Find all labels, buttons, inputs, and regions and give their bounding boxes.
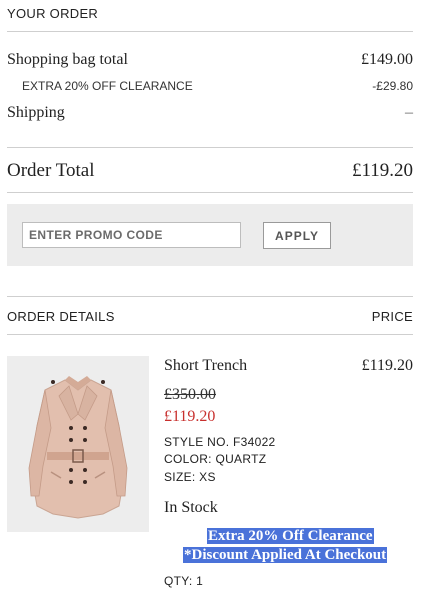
original-price: £350.00 <box>164 386 216 403</box>
item-size: SIZE: XS <box>164 470 216 484</box>
discount-value: -£29.80 <box>372 79 413 93</box>
apply-promo-button[interactable]: APPLY <box>263 222 331 249</box>
item-quantity: QTY: 1 <box>164 574 204 588</box>
promo-message-line1: Extra 20% Off Clearance <box>207 528 374 545</box>
promo-code-input[interactable] <box>22 222 241 248</box>
order-details-heading: ORDER DETAILS <box>7 309 115 324</box>
divider <box>7 147 413 148</box>
discount-label: EXTRA 20% OFF CLEARANCE <box>22 79 193 93</box>
bag-total-value: £149.00 <box>361 51 413 68</box>
divider <box>7 31 413 32</box>
trench-coat-icon <box>28 376 128 519</box>
shipping-label: Shipping <box>7 104 65 121</box>
item-color: COLOR: QUARTZ <box>164 452 267 466</box>
promo-message-line2: *Discount Applied At Checkout <box>183 547 388 564</box>
order-total-label: Order Total <box>7 160 95 181</box>
style-number: STYLE NO. F34022 <box>164 435 276 449</box>
product-name-link[interactable]: Short Trench <box>164 357 247 375</box>
price-column-heading: PRICE <box>371 309 413 324</box>
promo-message-text: *Discount Applied At Checkout <box>183 547 388 563</box>
divider <box>7 296 413 297</box>
item-price: £119.20 <box>361 357 413 374</box>
divider <box>7 192 413 193</box>
trench-coat-image[interactable] <box>7 356 149 532</box>
bag-total-label: Shopping bag total <box>7 51 128 68</box>
order-total-value: £119.20 <box>351 160 413 181</box>
order-summary-heading: YOUR ORDER <box>7 6 99 21</box>
promo-message-text: Extra 20% Off Clearance <box>207 528 374 544</box>
shipping-value: – <box>405 104 413 121</box>
stock-status: In Stock <box>164 499 218 516</box>
sale-price: £119.20 <box>164 408 216 425</box>
divider <box>7 334 413 335</box>
